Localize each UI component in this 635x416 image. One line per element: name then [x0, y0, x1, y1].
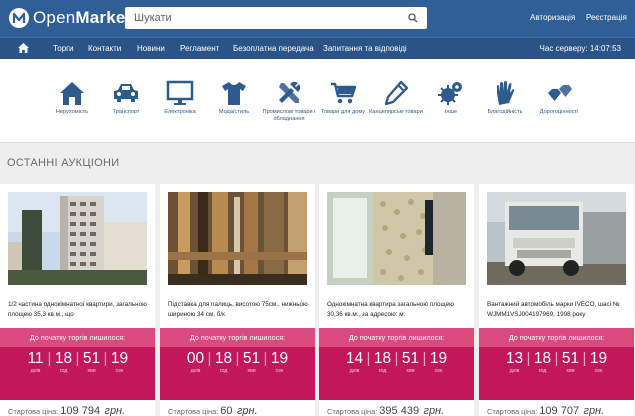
countdown-timer: До початку торгів лишилося: 14 днів | 18 г…	[319, 328, 474, 400]
timer-header: До початку торгів лишилося:	[479, 328, 634, 347]
lot-title[interactable]: Вантажний автомобіль марки IVECO, шасі №…	[487, 300, 630, 320]
category-jewelry[interactable]: Дорогоцінності	[529, 79, 589, 116]
nav-item-news[interactable]: Новини	[137, 44, 165, 53]
gears-icon	[438, 82, 462, 105]
timer-days: 00	[186, 350, 205, 367]
timer-hours: 18	[373, 350, 392, 367]
gems-icon	[548, 85, 572, 101]
lot-title[interactable]: Однокімнатна квартира загальною площею 3…	[327, 300, 470, 320]
lot-title[interactable]: Підставка для палиць, висотою 75см., ниж…	[168, 300, 311, 320]
search-input[interactable]	[125, 7, 395, 29]
category-transport[interactable]: Транспорт	[96, 79, 156, 116]
logo-text: OpenMarket	[33, 8, 132, 27]
lot-photo[interactable]	[487, 192, 626, 285]
timer-header: До початку торгів лишилося:	[319, 328, 474, 347]
timer-minutes: 51	[561, 350, 580, 367]
hand-icon	[497, 81, 515, 105]
timer-days: 11	[27, 350, 44, 367]
category-industrial[interactable]: Промислові товари і обладнання	[259, 79, 319, 123]
category-fashion[interactable]: Мода/стиль	[204, 79, 264, 116]
server-time: Час серверу: 14:07:53	[539, 44, 621, 53]
top-header: OpenMarket Авторизація Реєстрація	[0, 0, 635, 37]
tools-icon	[279, 81, 301, 103]
cart-icon	[331, 82, 357, 104]
timer-header: До початку торгів лишилося:	[0, 328, 155, 347]
nav-item-faq[interactable]: Запитання та відповіді	[323, 44, 407, 53]
logo-icon	[9, 8, 29, 28]
timer-hours: 18	[533, 350, 552, 367]
auction-card[interactable]: Вантажний автомобіль марки IVECO, шасі №…	[479, 184, 634, 416]
countdown-timer: До початку торгів лишилося: 11 днів | 18 г…	[0, 328, 155, 400]
lot-title[interactable]: 1/2 частина однокімнатної квартири, зага…	[8, 300, 151, 320]
timer-seconds: 19	[589, 350, 608, 367]
monitor-icon	[166, 80, 194, 105]
category-real-estate[interactable]: Нерухомість	[42, 79, 102, 116]
countdown-timer: До початку торгів лишилося: 13 днів | 18 г…	[479, 328, 634, 400]
timer-days: 13	[505, 350, 524, 367]
lot-photo[interactable]	[168, 192, 307, 285]
nav-item-contacts[interactable]: Контакти	[88, 44, 121, 53]
timer-minutes: 51	[82, 350, 101, 367]
lot-photo[interactable]	[327, 192, 466, 285]
timer-seconds: 19	[429, 350, 448, 367]
category-bar: Нерухомість Транспорт Електроніка Мода/с…	[0, 59, 635, 143]
logo[interactable]: OpenMarket	[9, 7, 131, 29]
tshirt-icon	[222, 82, 246, 105]
house-icon	[60, 82, 84, 105]
lot-photo[interactable]	[8, 192, 147, 285]
home-icon[interactable]	[18, 43, 29, 53]
category-electronics[interactable]: Електроніка	[150, 79, 210, 116]
starting-price: Стартова ціна: 395 439 грн.	[327, 405, 445, 416]
timer-seconds: 19	[270, 350, 289, 367]
section-title: ОСТАННІ АУКЦІОНИ	[7, 157, 120, 169]
nav-item-regulations[interactable]: Регламент	[180, 44, 219, 53]
nav-item-free-transfer[interactable]: Безоплатна передача	[233, 44, 314, 53]
nav-item-auctions[interactable]: Торги	[53, 44, 74, 53]
starting-price: Стартова ціна: 109 794 грн.	[8, 405, 126, 416]
category-charity[interactable]: Благодійність	[475, 79, 535, 116]
login-link[interactable]: Авторизація	[530, 13, 575, 22]
category-home-goods[interactable]: Товари для дому	[313, 79, 373, 116]
auction-card[interactable]: 1/2 частина однокімнатної квартири, зага…	[0, 184, 155, 416]
search-box	[125, 7, 427, 29]
starting-price: Стартова ціна: 60 грн.	[168, 405, 258, 416]
timer-hours: 18	[214, 350, 233, 367]
auction-card[interactable]: Підставка для палиць, висотою 75см., ниж…	[160, 184, 315, 416]
timer-minutes: 51	[242, 350, 261, 367]
car-icon	[114, 84, 138, 102]
register-link[interactable]: Реєстрація	[586, 13, 627, 22]
timer-hours: 18	[54, 350, 73, 367]
auction-card[interactable]: Однокімнатна квартира загальною площею 3…	[319, 184, 474, 416]
timer-minutes: 51	[401, 350, 420, 367]
timer-seconds: 19	[110, 350, 129, 367]
category-stationery[interactable]: Канцелярські товари	[366, 79, 426, 116]
pencil-icon	[384, 80, 409, 106]
category-other[interactable]: Інше	[421, 79, 481, 116]
timer-days: 14	[345, 350, 364, 367]
main-nav: Торги Контакти Новини Регламент Безоплат…	[0, 37, 635, 59]
starting-price: Стартова ціна: 109 707 грн.	[487, 405, 605, 416]
search-icon[interactable]	[408, 13, 418, 23]
countdown-timer: До початку торгів лишилося: 00 днів | 18 г…	[160, 328, 315, 400]
timer-header: До початку торгів лишилося:	[160, 328, 315, 347]
